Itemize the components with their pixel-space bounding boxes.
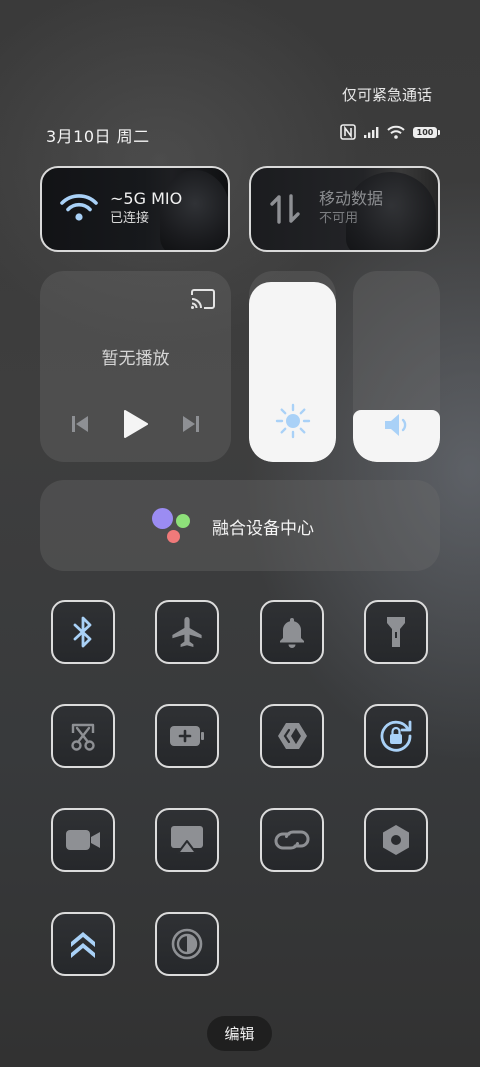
next-icon[interactable] <box>181 414 201 434</box>
rotation-lock-icon <box>380 720 412 752</box>
previous-icon[interactable] <box>70 414 90 434</box>
screen-cast-icon <box>171 826 203 854</box>
mobile-data-status: 不可用 <box>319 211 359 226</box>
battery-level: 100 <box>413 126 437 138</box>
status-icons: 100 <box>340 124 440 140</box>
wifi-network-name: ~5G MIO <box>110 189 183 208</box>
emergency-call-text: 仅可紧急通话 <box>341 86 432 104</box>
fusion-logo-icon <box>152 508 196 544</box>
battery-saver-toggle[interactable] <box>155 704 219 768</box>
contrast-icon <box>171 928 203 960</box>
double-chevron-up-icon <box>71 932 95 958</box>
bluetooth-icon <box>73 616 92 648</box>
video-camera-icon <box>66 830 100 850</box>
scissors-icon <box>71 723 95 751</box>
brightness-slider[interactable] <box>249 271 336 462</box>
rotation-lock-toggle[interactable] <box>364 704 428 768</box>
signal-icon <box>364 127 379 138</box>
play-icon[interactable] <box>122 409 149 439</box>
code-share-icon <box>278 723 307 749</box>
date-text: 3月10日 周二 <box>46 127 150 146</box>
bell-icon <box>280 618 304 648</box>
mobile-data-label: 移动数据 <box>319 189 384 208</box>
sound-toggle[interactable] <box>260 600 324 664</box>
wifi-tile[interactable]: ~5G MIO 已连接 <box>40 166 230 252</box>
settings-toggle[interactable] <box>364 808 428 872</box>
nfc-icon <box>340 124 356 140</box>
flashlight-icon <box>387 617 405 647</box>
screen-cast-toggle[interactable] <box>155 808 219 872</box>
edit-button[interactable]: 编辑 <box>207 1016 272 1051</box>
cast-icon[interactable] <box>189 287 217 311</box>
hexagon-icon <box>383 825 409 855</box>
fusion-label: 融合设备中心 <box>212 519 314 539</box>
fusion-device-center[interactable]: 融合设备中心 <box>40 480 440 571</box>
bluetooth-toggle[interactable] <box>51 600 115 664</box>
media-status: 暂无播放 <box>101 349 170 369</box>
mobile-data-tile[interactable]: 移动数据 不可用 <box>249 166 440 252</box>
link-toggle[interactable] <box>260 808 324 872</box>
media-player-card[interactable]: 暂无播放 <box>40 271 231 462</box>
dark-mode-toggle[interactable] <box>155 912 219 976</box>
airplane-mode-toggle[interactable] <box>155 600 219 664</box>
mobile-data-icon <box>270 194 300 224</box>
volume-slider[interactable] <box>353 271 440 462</box>
speaker-icon <box>384 414 406 436</box>
battery-icon: 100 <box>413 126 440 138</box>
screen-record-toggle[interactable] <box>51 808 115 872</box>
sun-icon <box>275 403 310 439</box>
wifi-status: 已连接 <box>110 211 150 226</box>
wifi-icon <box>60 194 98 221</box>
screenshot-toggle[interactable] <box>51 704 115 768</box>
wifi-status-icon <box>387 125 405 139</box>
code-share-toggle[interactable] <box>260 704 324 768</box>
airplane-icon <box>172 617 202 647</box>
flashlight-toggle[interactable] <box>364 600 428 664</box>
performance-mode-toggle[interactable] <box>51 912 115 976</box>
link-icon <box>274 830 310 850</box>
battery-plus-icon <box>170 726 204 746</box>
